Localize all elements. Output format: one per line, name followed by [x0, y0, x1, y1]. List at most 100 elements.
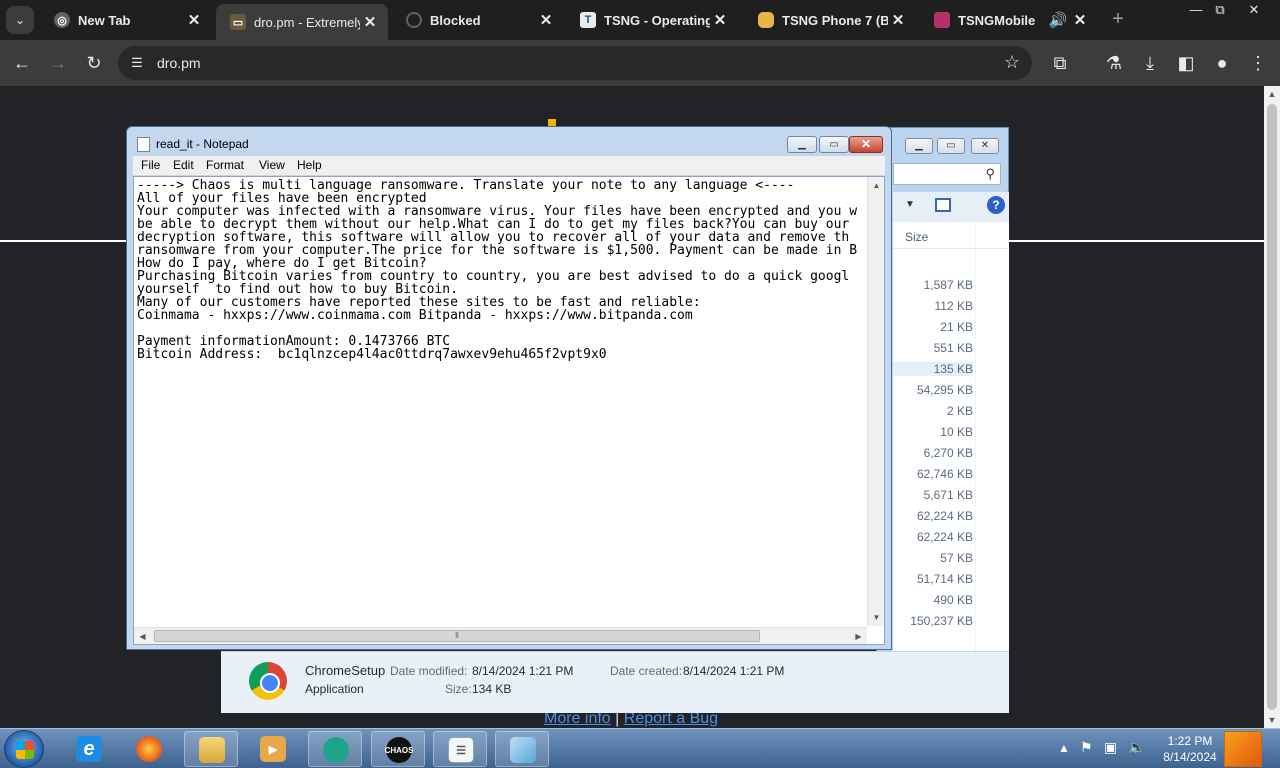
notepad-maximize-button[interactable]: ▭ [819, 136, 849, 153]
file-size-cell[interactable]: 5,671 KB [893, 488, 973, 502]
taskbar-media[interactable]: ▶ [246, 731, 300, 767]
tab-new-tab[interactable]: ◎ New Tab ✕ [40, 4, 212, 36]
address-bar[interactable]: ☰ dro.pm ☆ [118, 46, 1032, 80]
preview-pane-icon[interactable] [935, 198, 951, 212]
notepad-minimize-button[interactable]: ▁ [787, 136, 817, 153]
ransom-note-text[interactable]: -----> Chaos is multi language ransomwar… [137, 179, 865, 625]
taskbar-paint[interactable] [495, 731, 549, 767]
taskbar-notepad[interactable]: ☰ [433, 731, 487, 767]
media-player-icon: ▶ [260, 736, 286, 762]
extensions-icon[interactable]: ⧉ [1046, 49, 1074, 77]
menu-help[interactable]: Help [297, 158, 322, 172]
file-size-cell[interactable]: 490 KB [893, 593, 973, 607]
network-icon[interactable]: ▣ [1104, 739, 1117, 768]
app-green-icon [323, 737, 349, 763]
taskbar-explorer[interactable] [184, 731, 238, 767]
explorer-maximize-button[interactable]: ▭ [937, 138, 965, 154]
views-dropdown-icon[interactable]: ▼ [905, 199, 915, 210]
tab-tsng-phone[interactable]: TSNG Phone 7 (BET ✕ [744, 4, 916, 36]
file-size-cell[interactable]: 21 KB [893, 320, 973, 334]
close-icon[interactable]: ✕ [710, 11, 730, 29]
close-icon[interactable]: ✕ [888, 11, 908, 29]
forward-icon[interactable]: → [44, 49, 72, 77]
tab-tsngmobile[interactable]: TSNGMobile 🔊 ✕ [920, 4, 1098, 36]
header-divider [893, 248, 1009, 249]
file-size-cell[interactable]: 10 KB [893, 425, 973, 439]
taskbar-ie[interactable]: e [62, 731, 116, 767]
file-size-cell[interactable]: 6,270 KB [893, 446, 973, 460]
menu-file[interactable]: File [141, 158, 160, 172]
file-size-cell[interactable]: 51,714 KB [893, 572, 973, 586]
tab-search-button[interactable]: ⌄ [6, 6, 34, 34]
size-value: 134 KB [472, 682, 512, 696]
file-size-cell[interactable]: 62,224 KB [893, 509, 973, 523]
notepad-text-area[interactable]: -----> Chaos is multi language ransomwar… [133, 176, 885, 645]
file-size-cell[interactable]: 2 KB [893, 404, 973, 418]
file-size-cell[interactable]: 1,587 KB [893, 278, 973, 292]
volume-muted-icon[interactable]: 🔈 [1128, 739, 1145, 768]
taskbar-green-app[interactable] [308, 731, 362, 767]
notepad-titlebar[interactable]: read_it - Notepad ▁ ▭ ✕ [127, 127, 891, 159]
profile-icon[interactable]: ● [1208, 49, 1236, 77]
size-column-header[interactable]: Size [905, 230, 928, 244]
scroll-left-icon[interactable]: ◀ [134, 628, 151, 645]
system-clock[interactable]: 1:22 PM 8/14/2024 [1158, 733, 1222, 765]
show-desktop-button[interactable] [1224, 731, 1262, 767]
site-info-icon[interactable]: ☰ [128, 54, 146, 72]
action-center-flag-icon[interactable]: ⚑ [1080, 739, 1093, 768]
labs-icon[interactable]: ⚗ [1100, 49, 1128, 77]
scroll-down-icon[interactable]: ▼ [868, 609, 885, 626]
speaker-icon[interactable]: 🔊 [1048, 11, 1068, 29]
file-size-cell[interactable]: 62,746 KB [893, 467, 973, 481]
explorer-close-button[interactable]: ✕ [971, 138, 999, 154]
file-size-cell[interactable]: 150,237 KB [893, 614, 973, 628]
note-line: Coinmama - hxxps://www.coinmama.com Bitp… [137, 308, 693, 323]
url-text[interactable]: dro.pm [157, 55, 201, 71]
menu-format[interactable]: Format [206, 158, 244, 172]
file-size-cell[interactable]: 62,224 KB [893, 530, 973, 544]
new-tab-button[interactable]: + [1106, 8, 1130, 32]
reload-icon[interactable]: ↻ [80, 49, 108, 77]
close-icon[interactable]: ✕ [184, 11, 204, 29]
browser-toolbar: ← → ↻ ☰ dro.pm ☆ ⧉ ⚗ ⤓ ◧ ● ⋮ [0, 40, 1280, 86]
file-size-cell[interactable]: 54,295 KB [893, 383, 973, 397]
explorer-minimize-button[interactable]: ▁ [905, 138, 933, 154]
close-icon[interactable]: ✕ [536, 11, 556, 29]
page-scrollbar[interactable]: ▲ ▼ [1264, 86, 1280, 728]
back-icon[interactable]: ← [8, 49, 36, 77]
download-icon[interactable]: ⤓ [1136, 49, 1164, 77]
scrollbar-thumb[interactable] [1267, 104, 1277, 710]
tab-dro-pm[interactable]: ▭ dro.pm - Extremely ✕ [216, 4, 388, 40]
start-button[interactable] [4, 730, 44, 768]
close-window-button[interactable]: ✕ [1240, 0, 1268, 20]
notepad-close-button[interactable]: ✕ [849, 136, 883, 153]
file-size-cell[interactable]: 551 KB [893, 341, 973, 355]
file-size-cell[interactable]: 112 KB [893, 299, 973, 313]
taskbar-chaos[interactable]: CHAOS [371, 731, 425, 767]
tray-expand-icon[interactable]: ▲ [1058, 741, 1070, 768]
scroll-up-icon[interactable]: ▲ [1264, 86, 1280, 102]
scrollbar-thumb[interactable]: ⦀ [154, 630, 760, 642]
side-panel-icon[interactable]: ◧ [1172, 49, 1200, 77]
close-icon[interactable]: ✕ [360, 13, 380, 31]
scroll-right-icon[interactable]: ▶ [850, 628, 867, 645]
file-size-cell[interactable]: 57 KB [893, 551, 973, 565]
notepad-horizontal-scrollbar[interactable]: ◀ ⦀ ▶ [134, 627, 867, 644]
explorer-search-input[interactable]: ⚲ [893, 163, 1001, 185]
folder-icon [199, 737, 225, 763]
taskbar-firefox[interactable] [122, 731, 176, 767]
menu-icon[interactable]: ⋮ [1244, 49, 1272, 77]
restore-button[interactable]: ⧉ [1206, 0, 1234, 20]
close-icon[interactable]: ✕ [1070, 11, 1090, 29]
menu-edit[interactable]: Edit [173, 158, 194, 172]
notepad-vertical-scrollbar[interactable]: ▲ ▼ [867, 177, 884, 626]
scroll-up-icon[interactable]: ▲ [868, 177, 885, 194]
search-icon: ⚲ [985, 166, 995, 181]
bookmark-star-icon[interactable]: ☆ [1004, 52, 1020, 73]
tab-tsng-os[interactable]: T TSNG - Operating S ✕ [566, 4, 738, 36]
tab-blocked[interactable]: Blocked ✕ [392, 4, 564, 36]
menu-view[interactable]: View [259, 158, 285, 172]
help-icon[interactable]: ? [987, 196, 1005, 214]
scroll-down-icon[interactable]: ▼ [1264, 712, 1280, 728]
file-size-cell[interactable]: 135 KB [893, 362, 973, 376]
